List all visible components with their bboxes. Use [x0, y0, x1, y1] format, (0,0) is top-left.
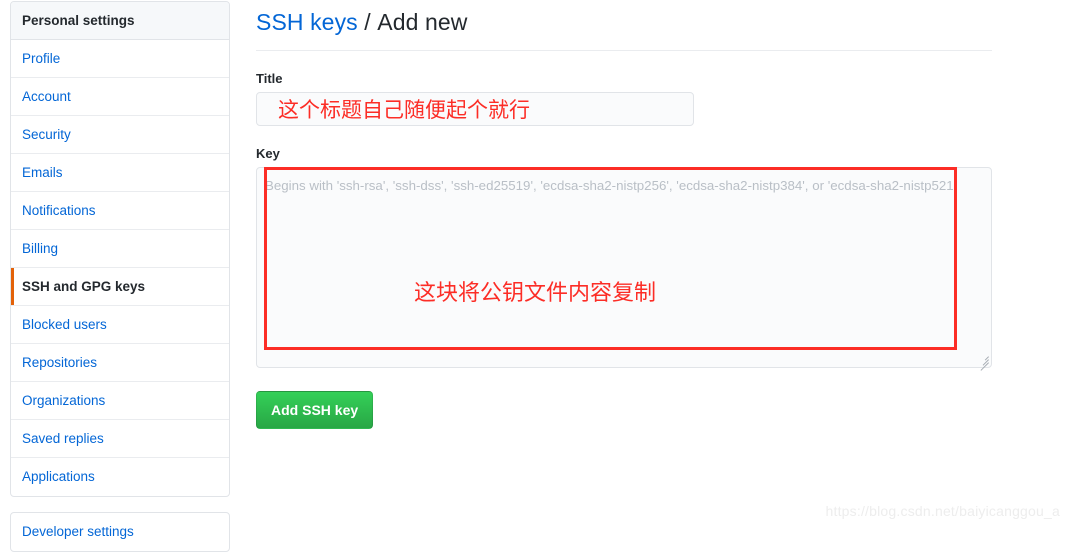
- sidebar-card-personal-settings: Personal settings Profile Account Security…: [10, 1, 230, 497]
- sidebar-item-label: Security: [22, 127, 71, 142]
- sidebar-item-profile[interactable]: Profile: [11, 40, 229, 78]
- sidebar-item-ssh-and-gpg-keys[interactable]: SSH and GPG keys: [11, 268, 229, 306]
- sidebar-nav-list: Profile Account Security Emails Notification…: [11, 40, 229, 496]
- title-field-label: Title: [256, 70, 283, 86]
- sidebar-item-account[interactable]: Account: [11, 78, 229, 116]
- sidebar-item-label: Emails: [22, 165, 63, 180]
- sidebar-item-organizations[interactable]: Organizations: [11, 382, 229, 420]
- sidebar-nav-list-secondary: Developer settings: [11, 513, 229, 551]
- sidebar-item-label: Blocked users: [22, 317, 107, 332]
- sidebar-item-label: Repositories: [22, 355, 98, 370]
- breadcrumb-current: Add new: [377, 9, 468, 35]
- title-input[interactable]: [256, 91, 694, 126]
- breadcrumb-link-ssh-keys[interactable]: SSH keys: [256, 9, 358, 35]
- sidebar-item-saved-replies[interactable]: Saved replies: [11, 420, 229, 458]
- sidebar-item-billing[interactable]: Billing: [11, 230, 229, 268]
- sidebar-item-notifications[interactable]: Notifications: [11, 192, 229, 230]
- sidebar-item-label: Profile: [22, 51, 61, 66]
- sidebar-item-label: Applications: [22, 469, 95, 484]
- breadcrumb-separator: /: [357, 9, 378, 35]
- sidebar-item-label: Billing: [22, 241, 59, 256]
- sidebar-item-security[interactable]: Security: [11, 116, 229, 154]
- sidebar-item-label: Organizations: [22, 393, 106, 408]
- sidebar-card-developer-settings: Developer settings: [10, 512, 230, 552]
- sidebar-item-applications[interactable]: Applications: [11, 458, 229, 496]
- settings-sidebar: Personal settings Profile Account Security…: [10, 1, 230, 552]
- key-textarea-wrapper: [256, 166, 992, 371]
- sidebar-item-blocked-users[interactable]: Blocked users: [11, 306, 229, 344]
- watermark: https://blog.csdn.net/baiyicanggou_a: [825, 503, 1060, 519]
- sidebar-item-label: Notifications: [22, 203, 96, 218]
- key-textarea[interactable]: [256, 166, 992, 368]
- sidebar-item-label: Developer settings: [22, 524, 134, 539]
- add-ssh-key-button[interactable]: Add SSH key: [256, 390, 374, 429]
- main-content: SSH keys / Add new Title Key Add SSH key: [256, 0, 992, 429]
- page-title: SSH keys / Add new: [256, 0, 992, 37]
- sidebar-item-emails[interactable]: Emails: [11, 154, 229, 192]
- sidebar-header: Personal settings: [11, 2, 229, 40]
- title-divider: [256, 49, 992, 51]
- sidebar-item-label: Account: [22, 89, 71, 104]
- sidebar-item-label: Saved replies: [22, 431, 104, 446]
- sidebar-item-label: SSH and GPG keys: [22, 279, 146, 294]
- sidebar-item-repositories[interactable]: Repositories: [11, 344, 229, 382]
- key-field-label: Key: [256, 145, 280, 161]
- sidebar-item-developer-settings[interactable]: Developer settings: [11, 513, 229, 551]
